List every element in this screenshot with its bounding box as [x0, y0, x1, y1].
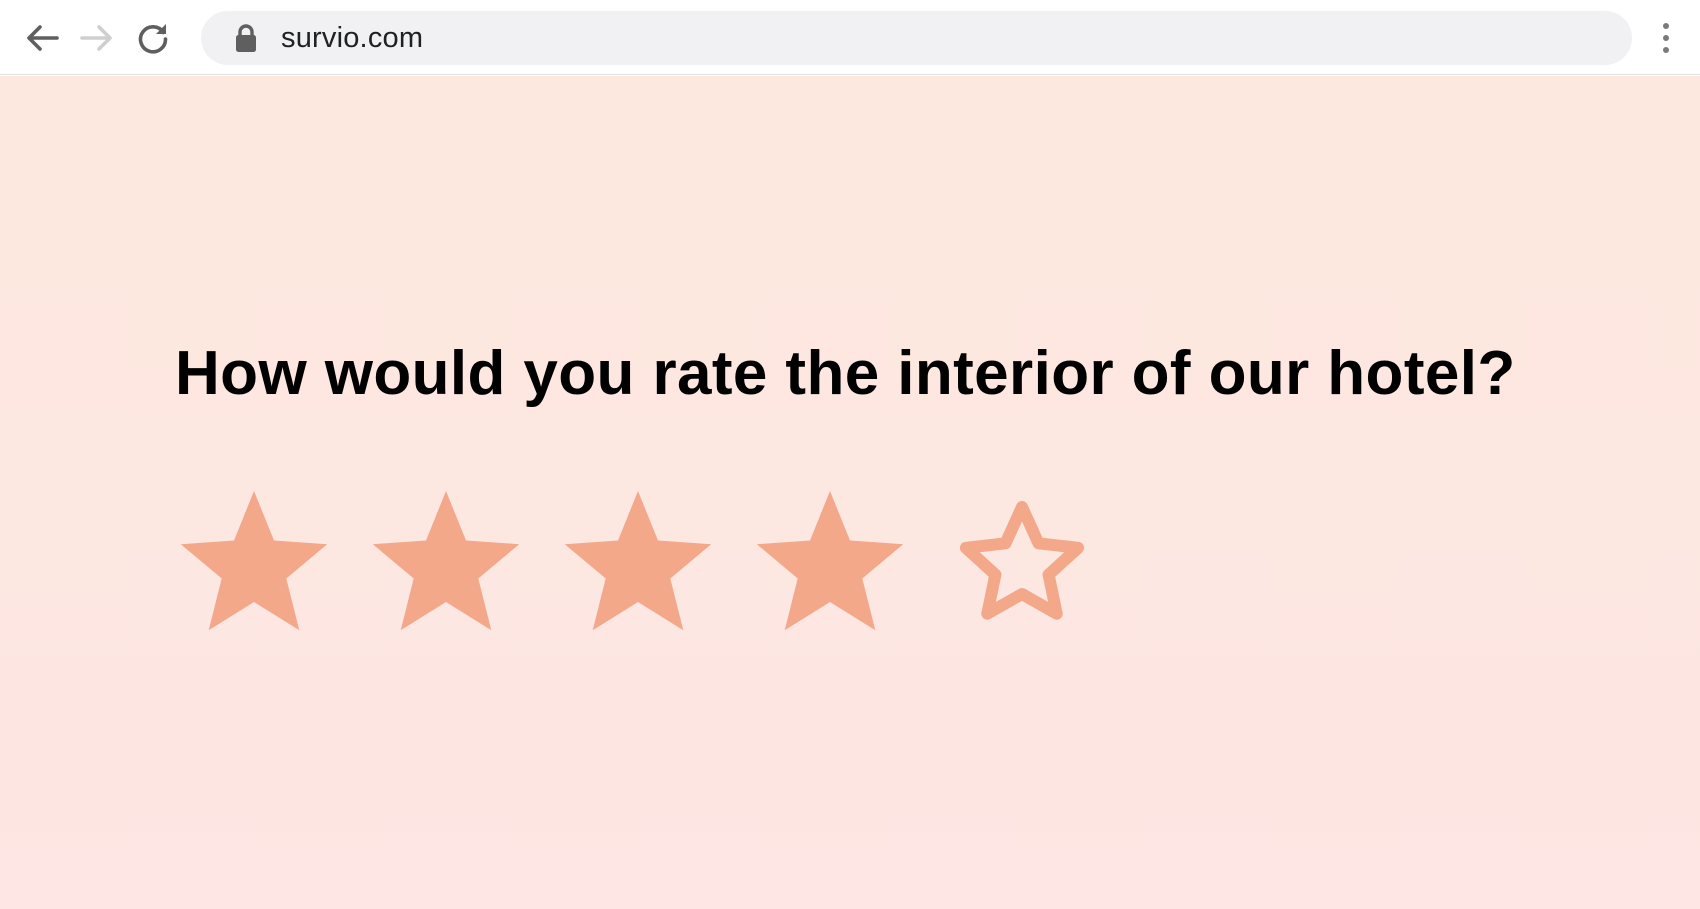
browser-toolbar: survio.com	[0, 0, 1700, 75]
arrow-left-icon	[27, 25, 59, 51]
back-button[interactable]	[22, 18, 62, 58]
url-text[interactable]: survio.com	[281, 21, 423, 55]
forward-button[interactable]	[77, 18, 117, 58]
star-filled-icon[interactable]	[176, 486, 336, 646]
lock-icon	[233, 23, 259, 58]
arrow-right-icon	[80, 25, 112, 51]
more-vertical-icon[interactable]	[1652, 18, 1680, 58]
star-filled-icon[interactable]	[368, 486, 528, 646]
star-empty-icon[interactable]	[944, 486, 1104, 646]
survey-page: How would you rate the interior of our h…	[0, 76, 1700, 909]
question-title: How would you rate the interior of our h…	[175, 339, 1516, 408]
star-filled-icon[interactable]	[752, 486, 912, 646]
reload-icon	[138, 24, 168, 54]
star-rating[interactable]	[176, 486, 1136, 646]
reload-button[interactable]	[133, 18, 173, 58]
star-filled-icon[interactable]	[560, 486, 720, 646]
